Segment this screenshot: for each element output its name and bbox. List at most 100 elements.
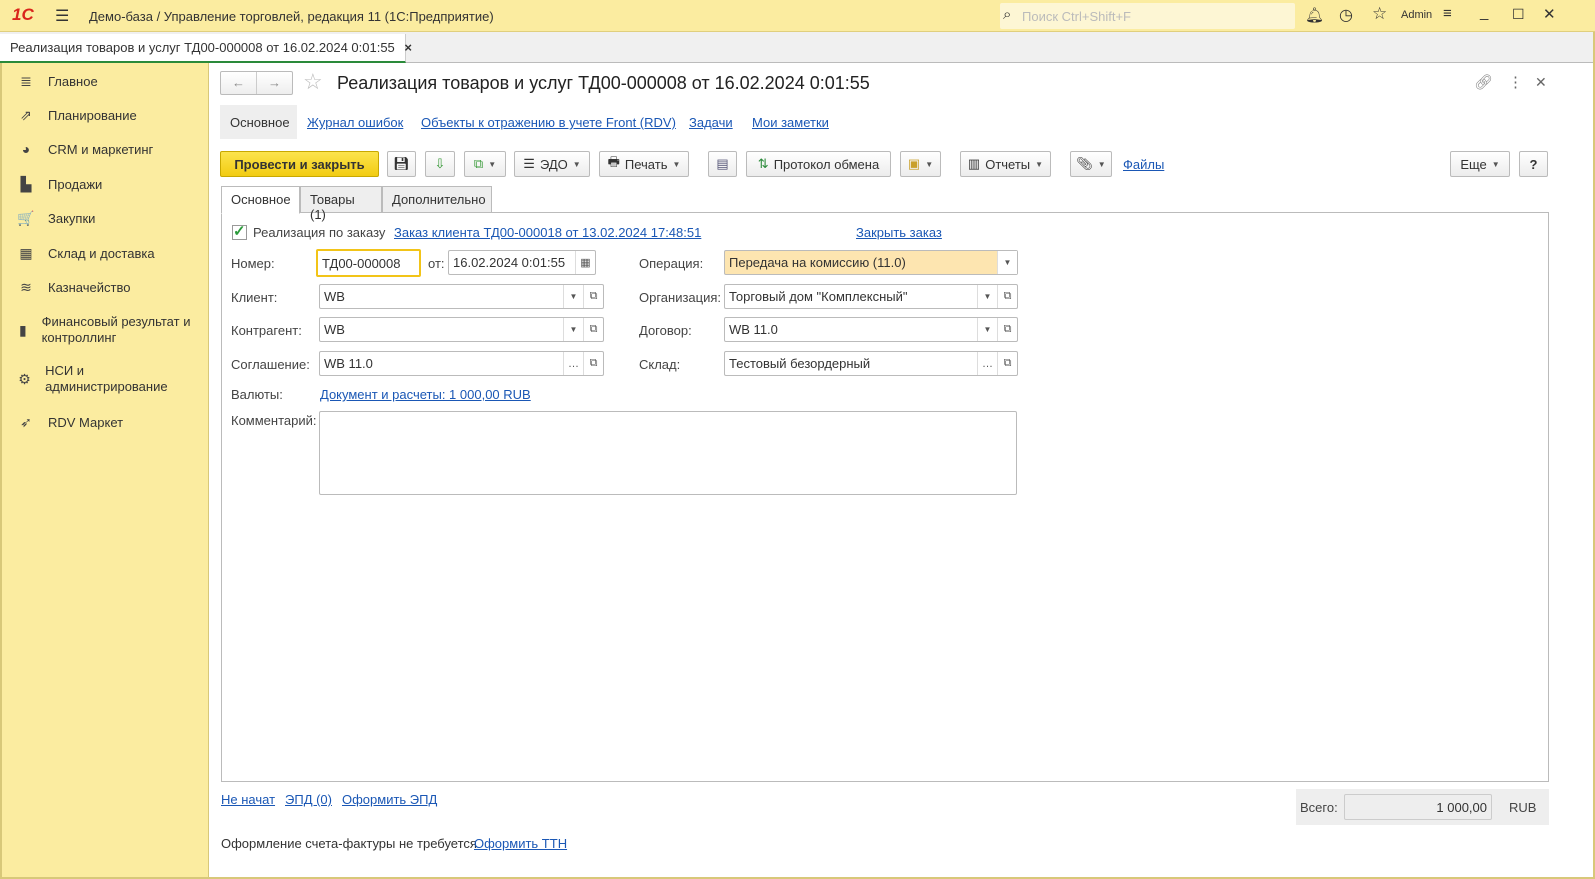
chevron-down-icon: ▼ (1491, 159, 1500, 169)
open-icon[interactable]: ⧉ (583, 318, 603, 341)
tab-main[interactable]: Основное (221, 186, 300, 214)
counterparty-input[interactable]: WB ▼ ⧉ (319, 317, 604, 342)
exchange-log-button[interactable]: ⇅ Протокол обмена (746, 151, 891, 177)
sidebar-item-crm[interactable]: ◕ CRM и маркетинг (16, 141, 154, 157)
open-icon[interactable]: ⧉ (997, 318, 1017, 341)
order-link[interactable]: Заказ клиента ТД00-000018 от 13.02.2024 … (394, 225, 701, 240)
history-icon[interactable]: ◷ (1339, 5, 1353, 25)
organization-value: Торговый дом "Комплексный" (729, 289, 908, 304)
sidebar-item-admin[interactable]: ⚙ НСИ и администрирование (16, 363, 186, 395)
back-button[interactable]: ← (221, 72, 257, 94)
edo-label: ЭДО (539, 156, 568, 172)
more-vertical-icon[interactable]: ⋮ (1508, 73, 1523, 91)
settings-menu-icon[interactable]: ≡ (1443, 5, 1452, 22)
app-title: Демо-база / Управление торговлей, редакц… (89, 9, 494, 24)
close-tab-icon[interactable]: × (404, 40, 412, 55)
agreement-input[interactable]: WB 11.0 … ⧉ (319, 351, 604, 376)
coins-icon: ≋ (20, 279, 32, 295)
nav-main[interactable]: Основное (220, 105, 297, 139)
chevron-down-icon[interactable]: ▼ (997, 251, 1017, 274)
sidebar-item-main[interactable]: ≣ Главное (16, 73, 98, 90)
forward-button[interactable]: → (257, 72, 292, 94)
currency-link[interactable]: Документ и расчеты: 1 000,00 RUB (320, 387, 531, 402)
search-icon: ⌕ (1003, 6, 1012, 23)
open-icon[interactable]: ⧉ (583, 285, 603, 308)
sidebar-item-warehouse[interactable]: ▦ Склад и доставка (16, 245, 154, 262)
close-window-icon[interactable]: ✕ (1543, 5, 1556, 23)
menu-icon[interactable]: ☰ (55, 6, 69, 26)
sidebar-item-treasury[interactable]: ≋ Казначейство (16, 279, 130, 296)
open-icon[interactable]: ⧉ (997, 352, 1017, 375)
chevron-down-icon[interactable]: ▼ (977, 318, 997, 341)
warehouse-input[interactable]: Тестовый безордерный … ⧉ (724, 351, 1018, 376)
sidebar-item-label: НСИ и администрирование (45, 363, 168, 394)
edo-button[interactable]: ☰ ЭДО ▼ (514, 151, 590, 177)
epd-link[interactable]: ЭПД (0) (285, 792, 332, 807)
open-document-tab[interactable]: Реализация товаров и услуг ТД00-000008 о… (0, 34, 412, 63)
files-link[interactable]: Файлы (1123, 157, 1164, 172)
more-label: Еще (1460, 156, 1487, 172)
reports-label: Отчеты (985, 156, 1031, 172)
exchange-icon: ⇅ (757, 156, 769, 171)
bell-icon[interactable]: 🔔︎ (1305, 6, 1324, 24)
by-order-checkbox[interactable]: ✓ (232, 224, 247, 240)
contract-input[interactable]: WB 11.0 ▼ ⧉ (724, 317, 1018, 342)
user-name[interactable]: Admin (1401, 9, 1432, 21)
chevron-down-icon[interactable]: ▼ (563, 285, 583, 308)
chevron-down-icon[interactable]: ▼ (563, 318, 583, 341)
status-link[interactable]: Не начат (221, 792, 275, 807)
nav-notes[interactable]: Мои заметки (752, 115, 829, 130)
sidebar-item-planning[interactable]: ⇗ Планирование (16, 107, 137, 124)
star-icon[interactable]: ☆ (1372, 4, 1387, 24)
open-icon[interactable]: ⧉ (997, 285, 1017, 308)
chevron-down-icon[interactable]: ▼ (977, 285, 997, 308)
number-input[interactable]: ТД00-000008 (316, 249, 421, 277)
minimize-icon[interactable]: _ (1480, 4, 1488, 21)
select-ellipsis-icon[interactable]: … (563, 352, 583, 375)
attach-button[interactable]: 📎︎ ▼ (1070, 151, 1112, 177)
close-order-link[interactable]: Закрыть заказ (856, 225, 942, 240)
comment-textarea[interactable] (319, 411, 1017, 495)
save-button[interactable]: 💾︎ (387, 151, 416, 177)
contract-value: WB 11.0 (729, 322, 778, 337)
bar-chart-icon: ▮ (18, 321, 27, 338)
sidebar-item-purchases[interactable]: 🛒 Закупки (16, 210, 95, 227)
sidebar-item-finance[interactable]: ▮ Финансовый результат и контроллинг (16, 314, 196, 346)
search-input[interactable]: ⌕ Поиск Ctrl+Shift+F (1000, 3, 1295, 29)
chevron-down-icon: ▼ (488, 159, 497, 169)
reports-button[interactable]: ▥ Отчеты ▼ (960, 151, 1051, 177)
link-icon[interactable]: 🔗︎ (1474, 73, 1493, 91)
create-based-icon: ⧉ (473, 156, 484, 171)
maximize-icon[interactable]: ☐ (1512, 6, 1525, 23)
make-epd-link[interactable]: Оформить ЭПД (342, 792, 437, 807)
tab-additional[interactable]: Дополнительно (382, 186, 492, 213)
open-icon[interactable]: ⧉ (583, 352, 603, 375)
sidebar-item-sales[interactable]: ▙ Продажи (16, 176, 103, 193)
nav-error-log[interactable]: Журнал ошибок (307, 115, 403, 130)
organization-label: Организация: (639, 290, 722, 305)
sidebar-item-rdv-market[interactable]: ➶ RDV Маркет (16, 414, 123, 431)
more-button[interactable]: Еще ▼ (1450, 151, 1510, 177)
favorite-star-icon[interactable]: ☆ (303, 69, 323, 95)
sidebar-item-label: CRM и маркетинг (48, 141, 154, 157)
post-button[interactable]: ⇩ (425, 151, 455, 177)
warehouse-label: Склад: (639, 357, 681, 372)
calendar-icon[interactable]: ▦ (575, 251, 595, 274)
client-input[interactable]: WB ▼ ⧉ (319, 284, 604, 309)
make-ttn-link[interactable]: Оформить ТТН (474, 836, 567, 851)
print-button[interactable]: 🖶 Печать ▼ (599, 151, 689, 177)
help-button[interactable]: ? (1519, 151, 1548, 177)
create-based-on-button[interactable]: ⧉ ▼ (464, 151, 506, 177)
organization-input[interactable]: Торговый дом "Комплексный" ▼ ⧉ (724, 284, 1018, 309)
select-ellipsis-icon[interactable]: … (977, 352, 997, 375)
journal-button[interactable]: ▤ (708, 151, 737, 177)
operation-select[interactable]: Передача на комиссию (11.0) ▼ (724, 250, 1018, 275)
search-placeholder: Поиск Ctrl+Shift+F (1022, 9, 1131, 24)
nav-tasks[interactable]: Задачи (689, 115, 733, 130)
attachments-doc-button[interactable]: ▣ ▼ (900, 151, 941, 177)
post-and-close-button[interactable]: Провести и закрыть (220, 151, 379, 177)
nav-front-objects[interactable]: Объекты к отражению в учете Front (RDV) (421, 115, 676, 130)
close-form-icon[interactable]: ✕ (1535, 74, 1547, 91)
date-input[interactable]: 16.02.2024 0:01:55 ▦ (448, 250, 596, 275)
tab-goods[interactable]: Товары (1) (300, 186, 382, 222)
